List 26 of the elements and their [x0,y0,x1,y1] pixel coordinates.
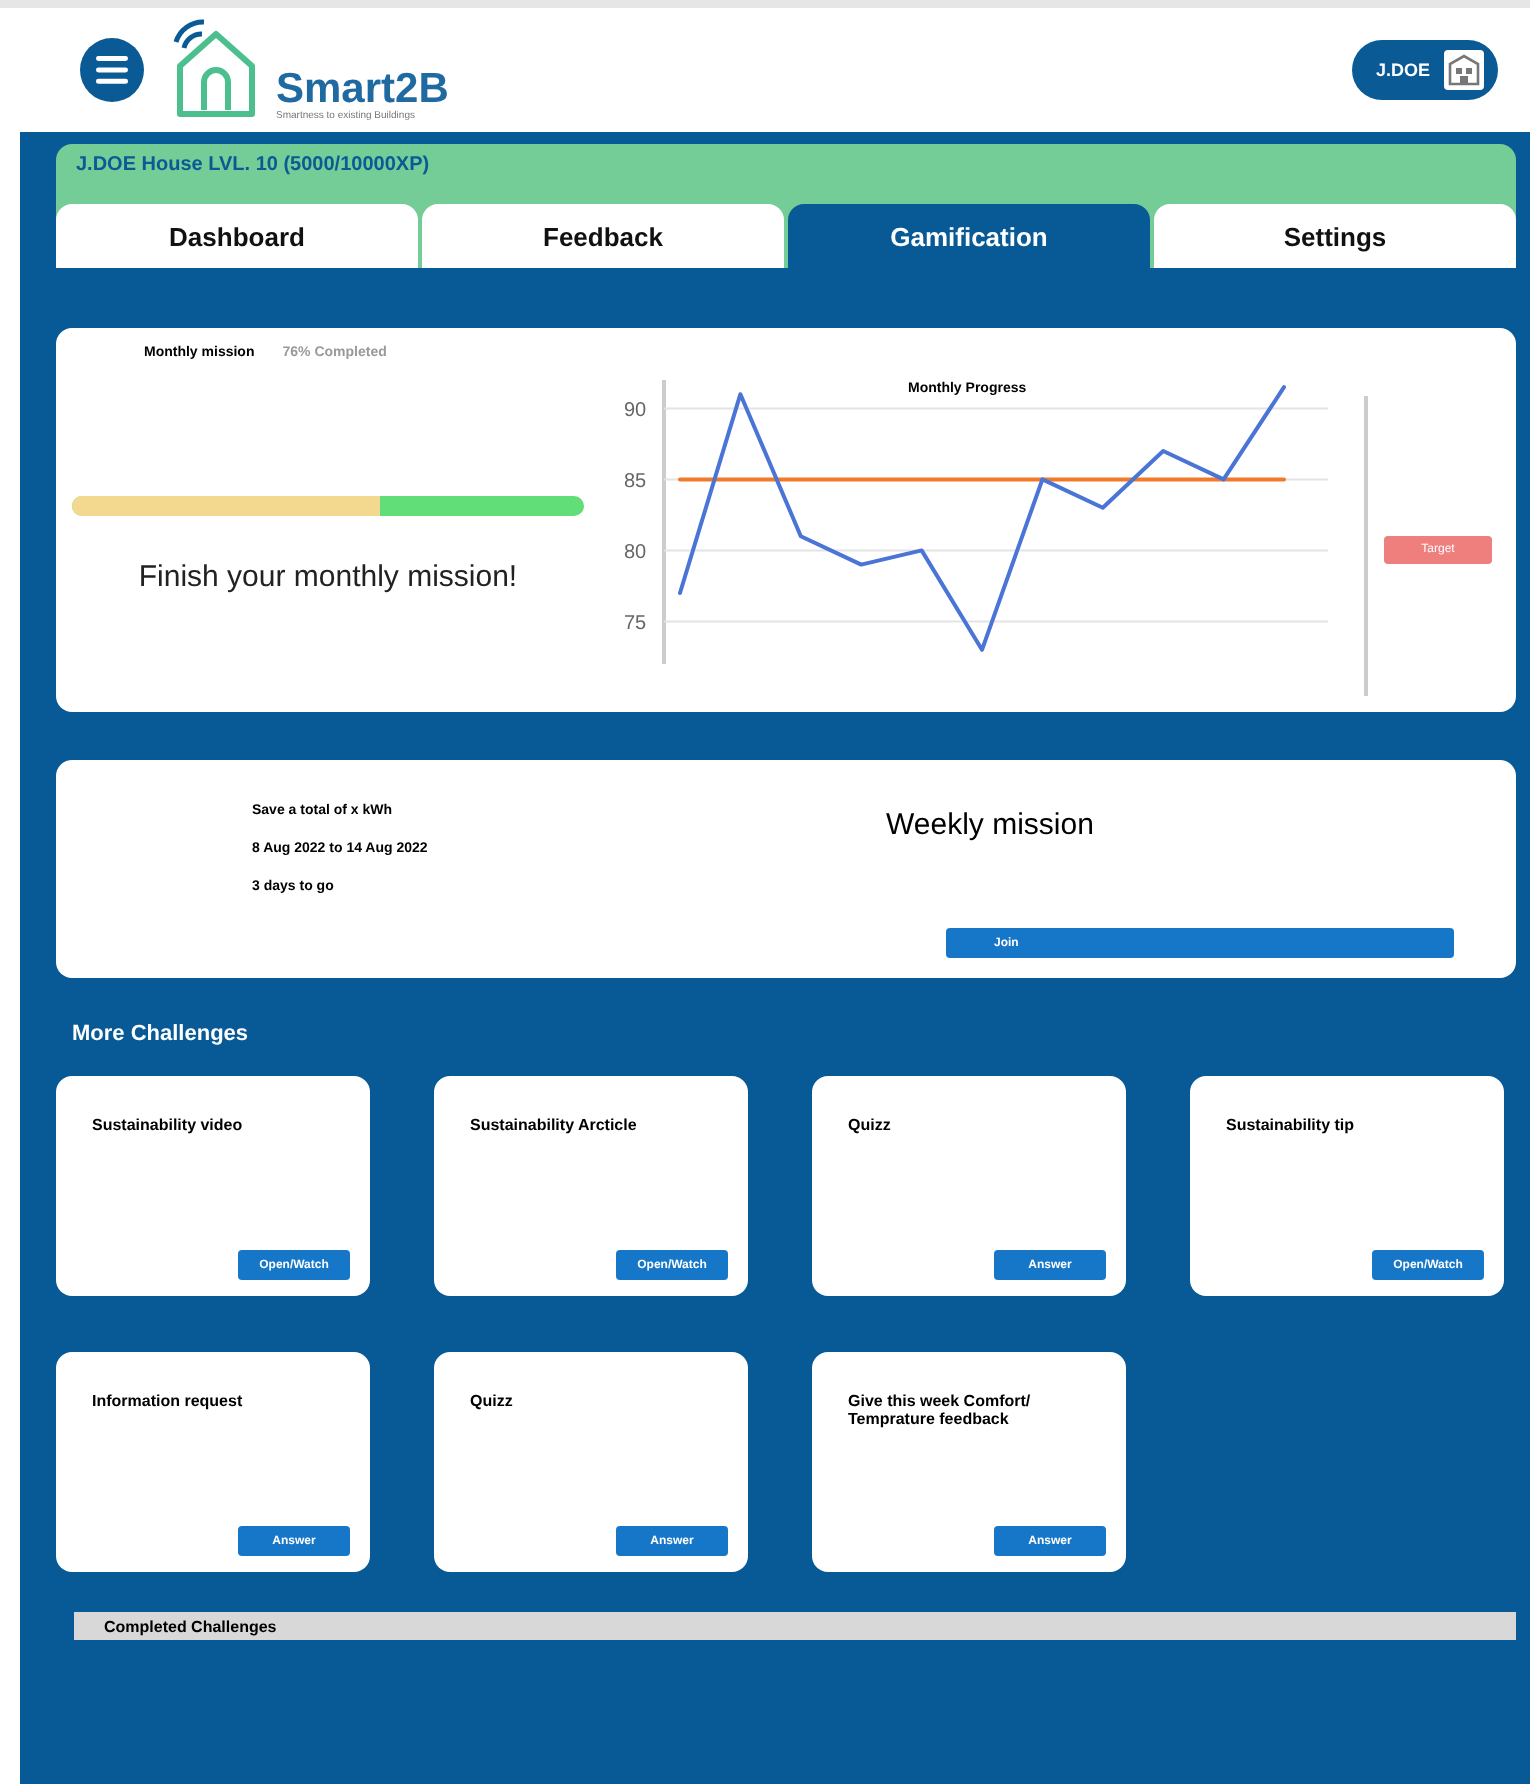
challenge-title: Sustainability Arcticle [470,1116,639,1134]
completed-title: Completed Challenges [104,1617,277,1635]
mission-message: Finish your monthly mission! [136,560,520,594]
challenge-title: Sustainability tip [1226,1116,1357,1134]
y-tick-label: 90 [624,400,647,423]
challenge-title: Sustainability video [92,1116,245,1134]
user-button[interactable]: J.DOE [1351,40,1498,100]
tab[interactable]: Gamification [788,204,1150,268]
building-icon [1442,48,1486,92]
y-tick-label: 75 [624,613,647,636]
y-tick-label: 85 [624,471,647,494]
tab[interactable]: Feedback [422,204,784,268]
challenge-title: Quizz [848,1116,893,1134]
section-title: More Challenges [72,1022,251,1046]
level-title: J.DOE House LVL. 10 (5000/10000XP) [74,154,432,180]
y-tick-label: 80 [624,542,647,565]
weekly-title: Weekly mission [886,808,1094,842]
tab[interactable]: Dashboard [56,204,418,268]
challenge-title: Give this week Comfort/ Temprature feedback [848,1392,1033,1428]
challenge-title: Quizz [470,1392,515,1410]
brand-name: Smart2B [276,68,449,110]
house-logo-icon [172,18,260,122]
completed-challenges-bar[interactable]: Completed Challenges [74,1612,1516,1640]
challenge-title: Information request [92,1392,245,1410]
tab[interactable]: Settings [1154,204,1516,268]
menu-icon[interactable] [80,38,144,102]
